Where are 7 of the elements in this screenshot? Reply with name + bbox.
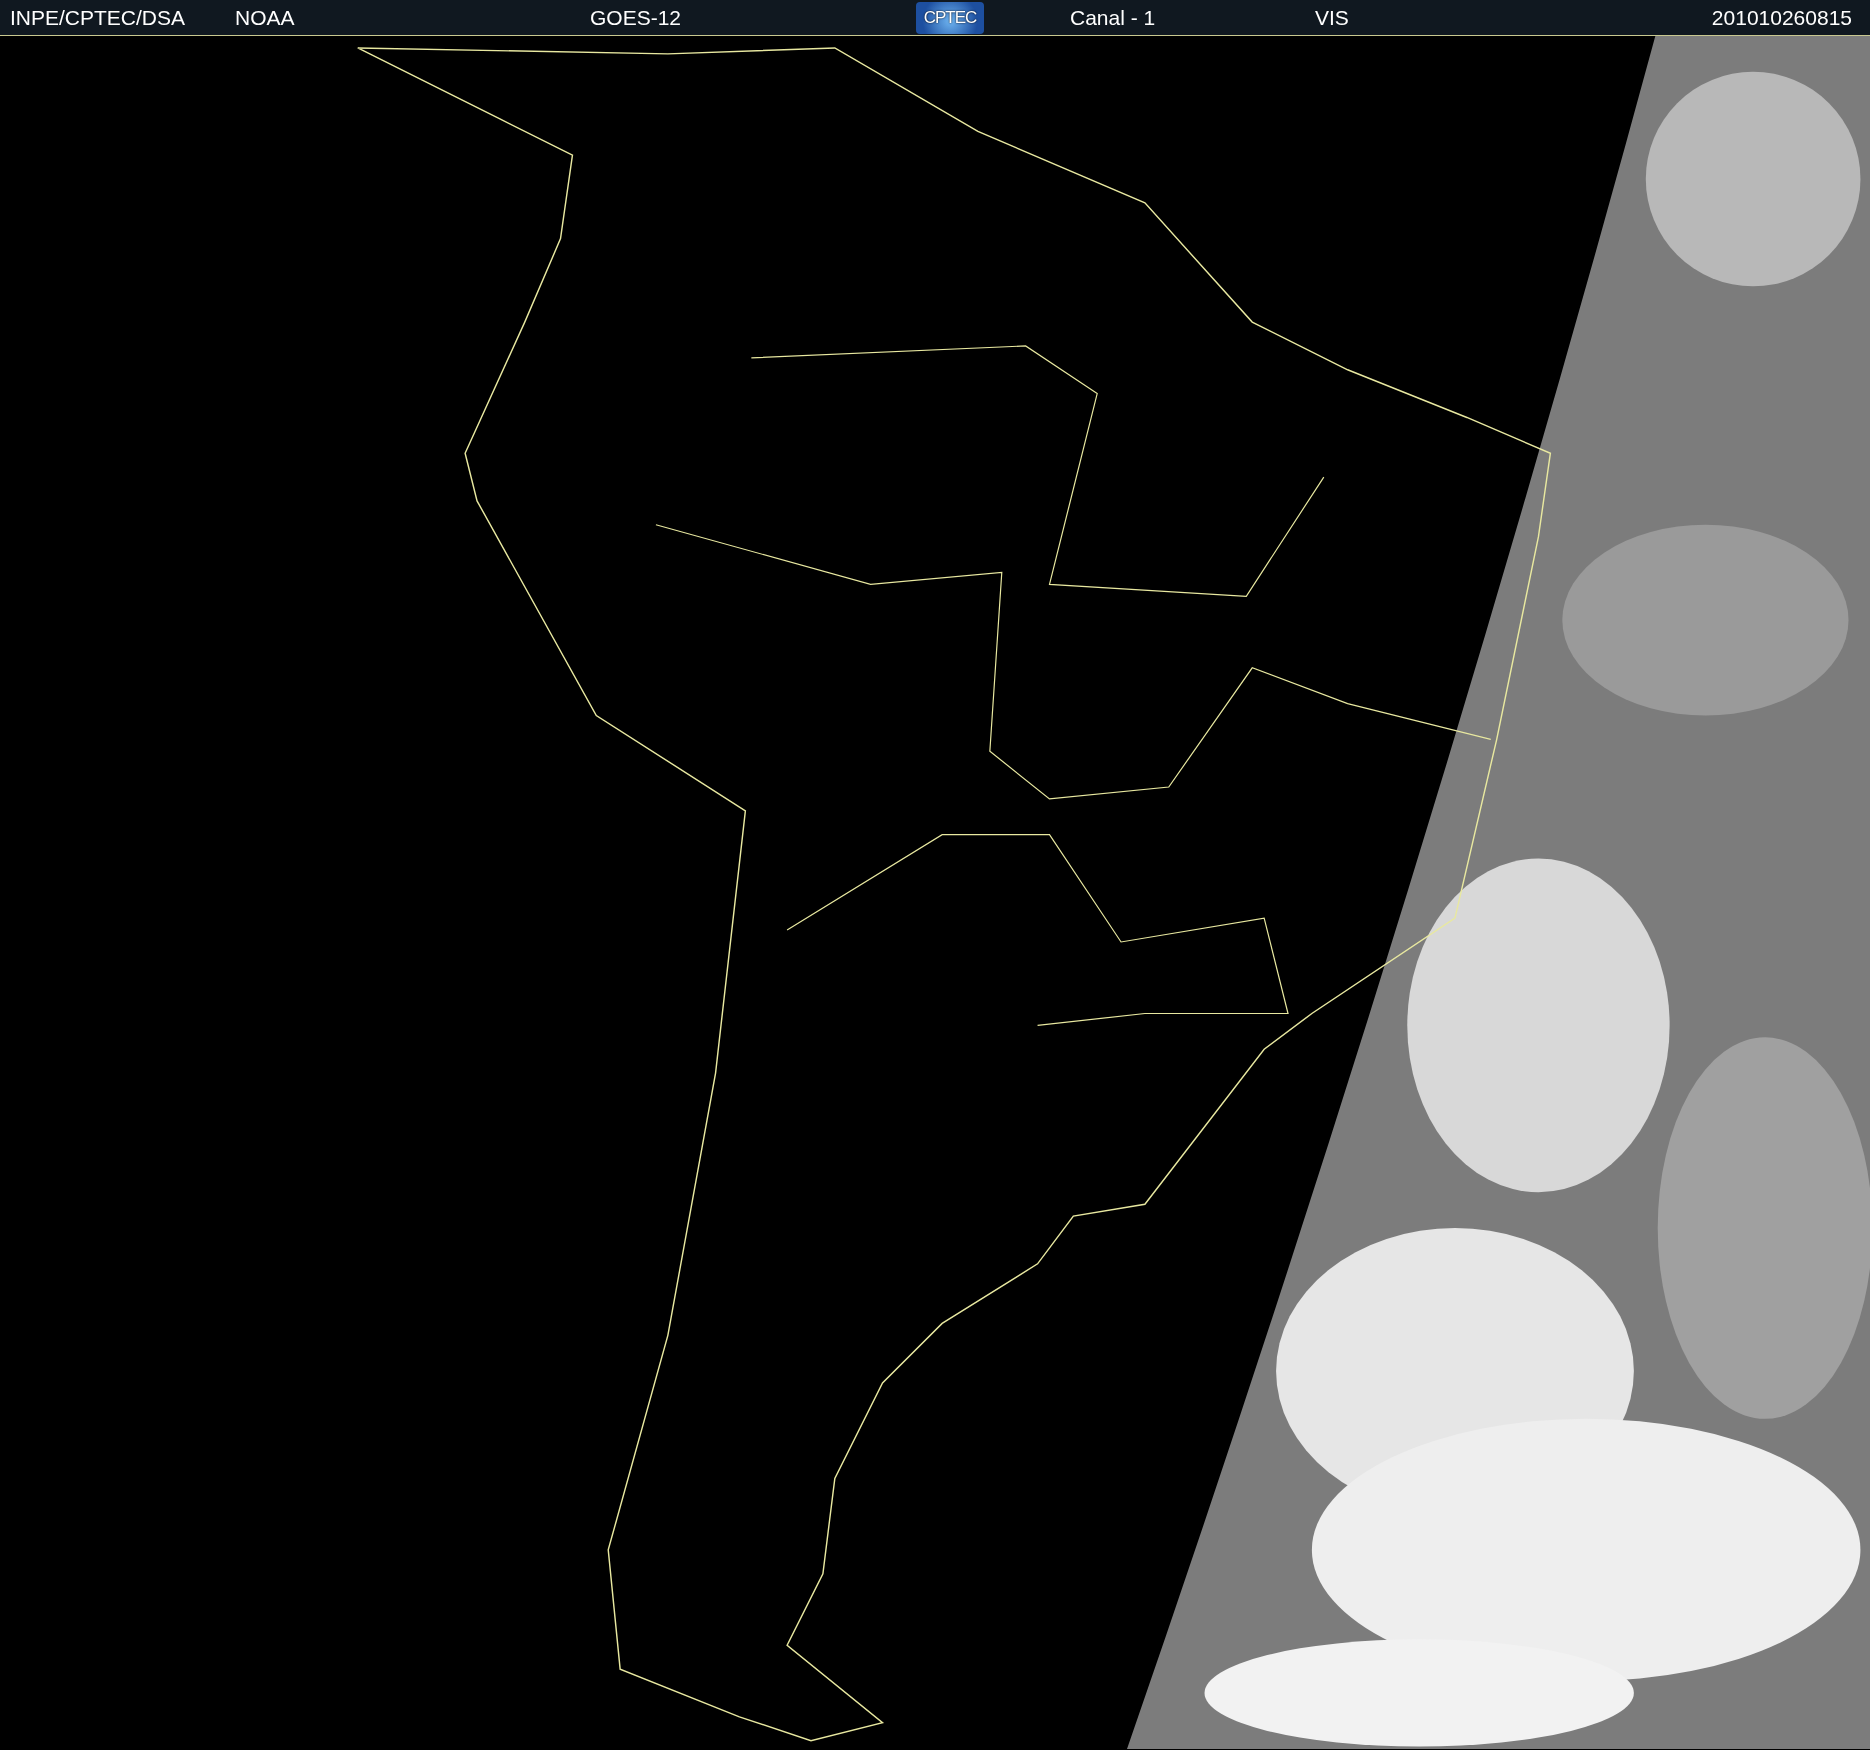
- header-text: NOAA: [235, 5, 295, 30]
- header-text: VIS: [1315, 5, 1349, 30]
- header-text: 201010260815: [1711, 5, 1853, 30]
- logo: CPTEC: [916, 1, 984, 34]
- header-text: INPE/CPTEC/DSA: [10, 5, 186, 30]
- header-text: GOES-12: [590, 5, 682, 30]
- header-text: Canal - 1: [1070, 5, 1156, 30]
